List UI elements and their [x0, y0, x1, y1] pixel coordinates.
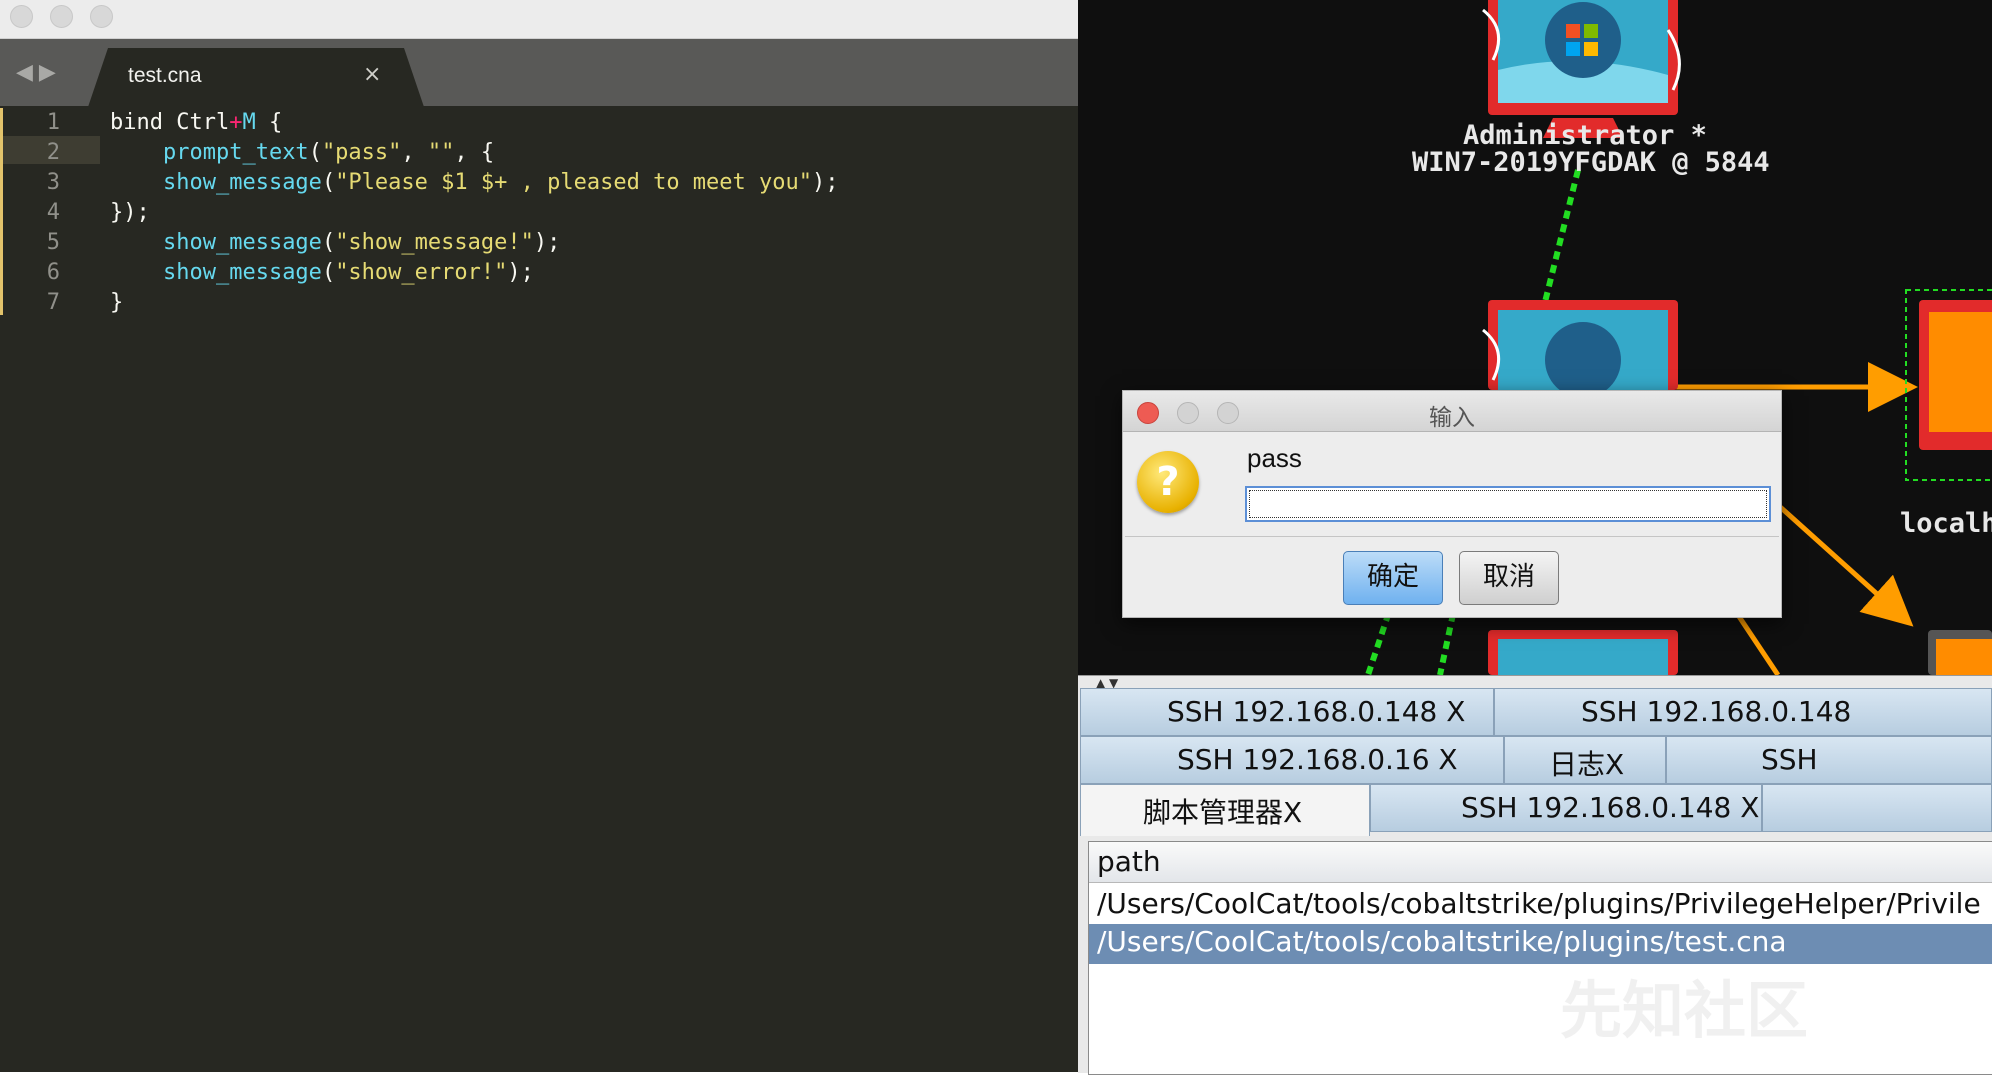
line-number: 7: [46, 290, 60, 315]
tab-ssh[interactable]: SSH 192.168.0.148: [1494, 688, 1992, 736]
question-icon: ?: [1137, 451, 1199, 513]
tab-ssh[interactable]: SSH 192.168.0.16 X: [1080, 736, 1504, 784]
code-token: );: [507, 260, 534, 285]
code-token: "show_error!": [335, 260, 508, 285]
host-icon[interactable]: [1468, 300, 1698, 390]
node-host-label: localh: [1900, 508, 1992, 539]
cancel-button[interactable]: 取消: [1459, 551, 1559, 605]
code-token: (: [321, 260, 336, 285]
line-number: 1: [46, 110, 60, 135]
code-line[interactable]: });: [110, 198, 150, 228]
close-window-button[interactable]: [10, 5, 33, 28]
tab-ssh[interactable]: SSH 192.168.0.148 X: [1370, 784, 1762, 832]
code-token: "Please $1 $+ , pleased to meet you": [335, 170, 813, 195]
dialog-titlebar: 输入: [1123, 391, 1781, 432]
line-number: 6: [46, 260, 60, 285]
code-line[interactable]: show_message("show_error!");: [110, 258, 534, 288]
tab-ssh[interactable]: SSH: [1666, 736, 1992, 784]
code-token: prompt_text: [162, 140, 309, 165]
editor-window: ◀▶ test.cna × 1 2 3 4 5 6 7 bind Ctrl+M { prom…: [0, 0, 1078, 1072]
code-token: "show_message!": [335, 230, 534, 255]
dialog-title: 输入: [1429, 405, 1475, 431]
code-token: bind Ctrl: [110, 110, 230, 135]
code-token: "pass": [321, 140, 402, 165]
forward-arrow-icon[interactable]: ▶: [39, 60, 62, 85]
site-watermark: 先知社区: [1560, 974, 1809, 1047]
pass-input[interactable]: [1245, 486, 1771, 522]
line-number: 2: [46, 140, 60, 165]
session-link: [1776, 503, 1914, 627]
host-icon[interactable]: [1928, 625, 1992, 675]
ok-button[interactable]: 确定: [1343, 551, 1443, 605]
code-token: show_message: [162, 170, 322, 195]
code-token: (: [308, 140, 322, 165]
tab-ssh[interactable]: SSH 192.168.0.148 X: [1080, 688, 1494, 736]
tab-panel: ▲ ▼ SSH 192.168.0.148 X SSH 192.168.0.14…: [1078, 675, 1992, 1075]
code-token: (: [321, 230, 336, 255]
code-token: }: [110, 290, 124, 315]
minimize-window-button[interactable]: [50, 5, 73, 28]
code-line[interactable]: }: [110, 288, 123, 318]
host-icon[interactable]: [1914, 300, 1992, 450]
code-line[interactable]: show_message("Please $1 $+ , pleased to …: [110, 168, 839, 198]
code-token: show_message: [162, 260, 322, 285]
tab-navigation: ◀▶: [16, 60, 62, 85]
code-token: });: [110, 200, 150, 225]
code-token: ,: [401, 140, 428, 165]
prompt-label: pass: [1247, 443, 1302, 473]
code-token: M: [242, 110, 256, 135]
code-token: "": [427, 140, 455, 165]
editor-titlebar: [0, 0, 1078, 39]
script-path: /Users/CoolCat/tools/cobaltstrike/plugin…: [1097, 925, 1787, 958]
table-header[interactable]: path: [1089, 842, 1992, 883]
line-number: 5: [46, 230, 60, 255]
code-token: , {: [454, 140, 495, 165]
column-header-path: path: [1097, 845, 1161, 878]
line-number: 4: [46, 200, 60, 225]
code-token: (: [321, 170, 336, 195]
tab-close-icon[interactable]: ×: [363, 62, 381, 87]
code-token: show_message: [162, 230, 322, 255]
file-tab-label: test.cna: [128, 64, 202, 87]
code-token: );: [812, 170, 839, 195]
input-dialog: 输入 ? pass 确定 取消: [1122, 390, 1782, 618]
tab-script-manager[interactable]: 脚本管理器X: [1080, 784, 1370, 836]
table-row[interactable]: /Users/CoolCat/tools/cobaltstrike/plugin…: [1089, 884, 1992, 924]
code-token: +: [229, 110, 243, 135]
code-line[interactable]: prompt_text("pass", "", {: [110, 138, 494, 168]
code-token: );: [533, 230, 561, 255]
dialog-separator: [1125, 536, 1779, 537]
table-row-selected[interactable]: /Users/CoolCat/tools/cobaltstrike/plugin…: [1089, 924, 1992, 964]
node-host-label: WIN7-2019YFGDAK @ 5844: [1412, 147, 1770, 178]
host-icon[interactable]: [1468, 625, 1698, 675]
back-arrow-icon[interactable]: ◀: [16, 60, 39, 85]
line-number: 3: [46, 170, 60, 195]
zoom-window-button[interactable]: [90, 5, 113, 28]
scripts-table: path /Users/CoolCat/tools/cobaltstrike/p…: [1088, 841, 1992, 1075]
tab-event-log[interactable]: 日志X: [1504, 736, 1666, 784]
script-path: /Users/CoolCat/tools/cobaltstrike/plugin…: [1097, 887, 1981, 920]
code-line[interactable]: show_message("show_message!");: [110, 228, 560, 258]
code-line[interactable]: bind Ctrl+M {: [110, 108, 282, 138]
tab-overflow[interactable]: [1762, 784, 1992, 832]
code-token: {: [255, 110, 283, 135]
